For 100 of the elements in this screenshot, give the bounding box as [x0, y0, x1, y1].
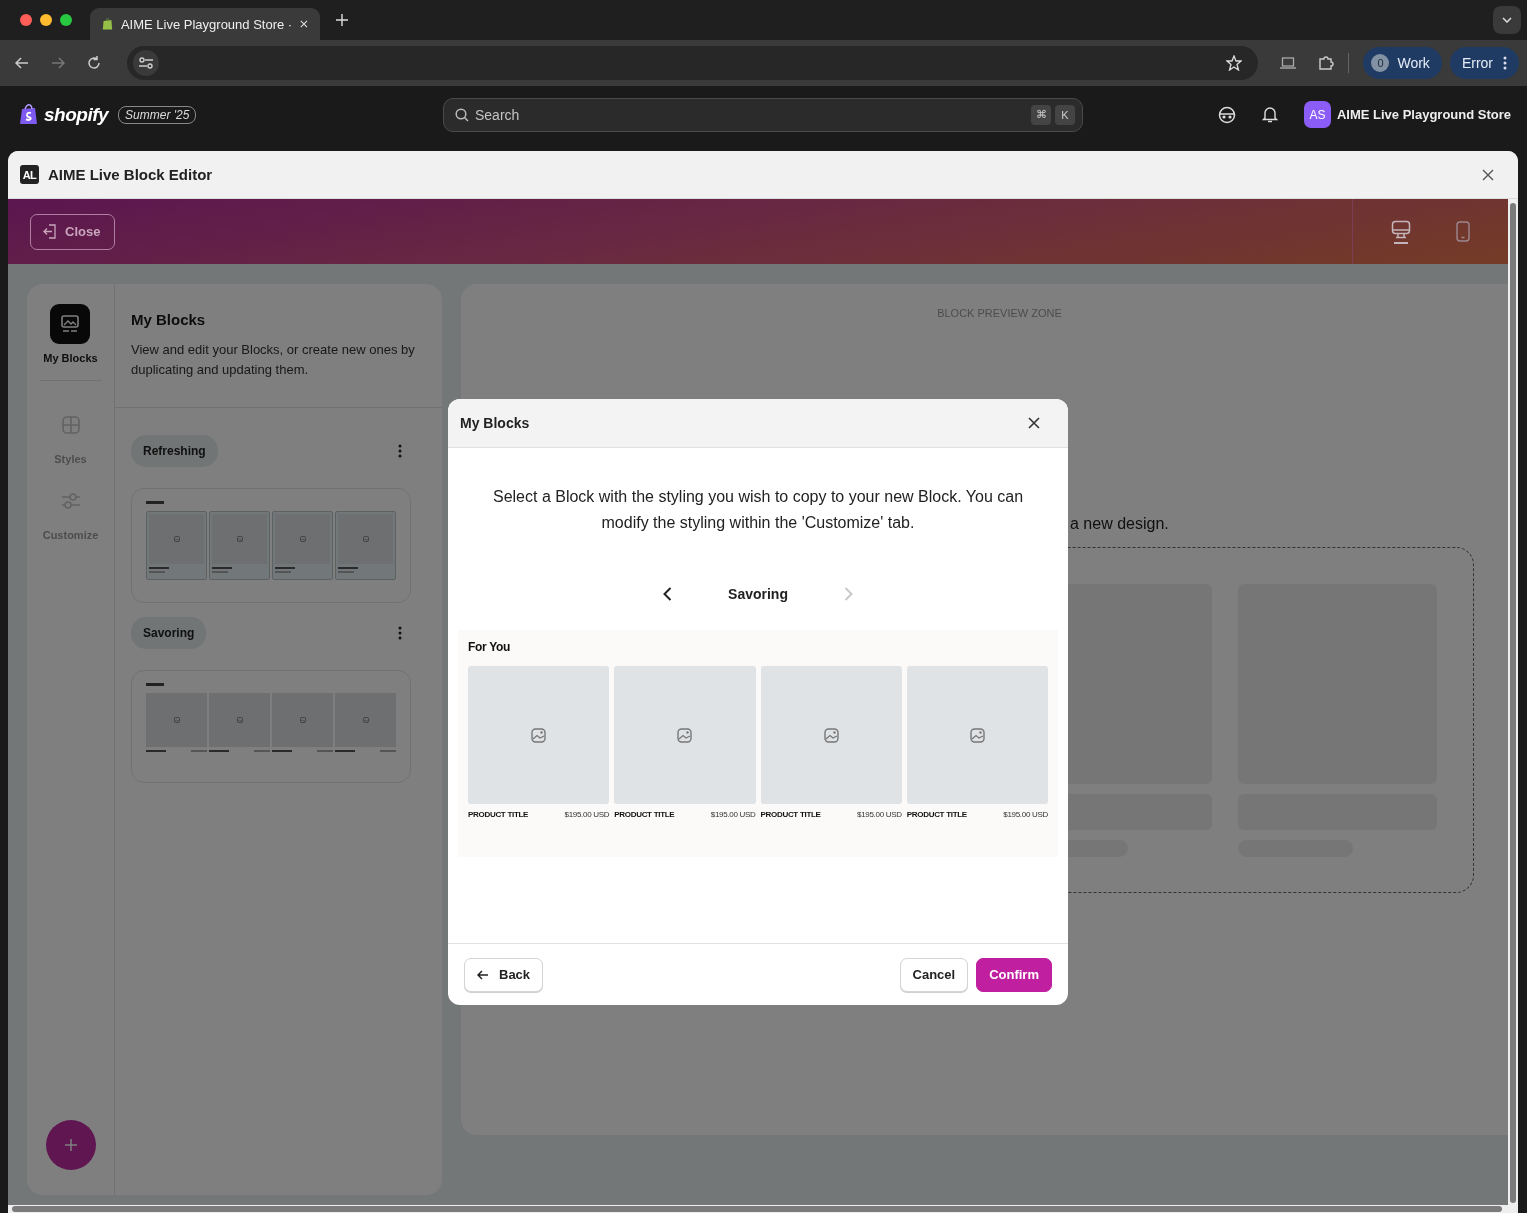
preview-hint: a new design. [1070, 515, 1170, 533]
layout-icon [60, 415, 81, 435]
confirm-button[interactable]: Confirm [976, 957, 1052, 992]
device-toggle[interactable] [1456, 220, 1470, 243]
window-controls-icon[interactable] [20, 14, 72, 26]
thumbnail-text-line [149, 567, 169, 569]
desktop-icon [1391, 219, 1411, 244]
add-button[interactable] [45, 1120, 96, 1170]
thumbnail-text-line [275, 571, 291, 573]
store-avatar: AS [1303, 101, 1331, 128]
image-icon [60, 315, 81, 333]
dialog-title: My Blocks [460, 415, 530, 431]
thumbnail-text-line [254, 750, 270, 752]
back-button[interactable]: Back [464, 957, 544, 992]
kebab-icon[interactable] [398, 444, 402, 458]
bell-icon[interactable] [1261, 106, 1278, 123]
thumbnail-text-line [146, 750, 166, 752]
sidekick-icon[interactable] [1217, 105, 1236, 124]
new-tab-icon[interactable] [336, 14, 348, 26]
cancel-button[interactable]: Cancel [899, 957, 969, 992]
image-icon [823, 727, 839, 743]
tab-menu-button[interactable] [1493, 6, 1521, 34]
rail-tab[interactable]: My Blocks [43, 304, 98, 364]
preview-heading: For You [468, 640, 512, 654]
product-title: PRODUCT TITLE [906, 810, 967, 819]
block-name-chip[interactable]: Savoring [131, 617, 207, 649]
thumbnail-text-line [272, 750, 292, 752]
exit-icon [43, 224, 57, 239]
arrow-left-icon [477, 969, 489, 980]
sliders-icon [59, 491, 82, 511]
bag-icon [102, 16, 113, 32]
close-icon[interactable] [1028, 417, 1040, 429]
thumbnail-text-line [212, 571, 228, 573]
image-icon [969, 727, 985, 743]
search-icon [455, 107, 469, 122]
product-title: PRODUCT TITLE [468, 810, 529, 819]
image-icon [236, 536, 243, 542]
store-menu[interactable]: AS AIME Live Playground Store [1303, 101, 1511, 128]
image-icon [362, 536, 369, 542]
image-icon [173, 536, 180, 542]
close-button[interactable]: Close [30, 213, 116, 250]
thumbnail-text-line [335, 750, 355, 752]
dialog-message: Select a Block with the styling you wish to copy to your new Block. You can modify the styling within the 'Customize' tab. [491, 487, 1025, 533]
shopping-bag-logo-icon [20, 104, 38, 125]
image-icon [299, 536, 306, 542]
window-title: AIME Live Block Editor [48, 166, 213, 183]
product-title: PRODUCT TITLE [760, 810, 821, 819]
image-icon [531, 727, 547, 743]
close-icon[interactable] [1482, 168, 1494, 181]
thumbnail-text-line [212, 567, 232, 569]
thumbnail-text-line [275, 567, 295, 569]
image-icon [236, 717, 243, 723]
kebab-icon[interactable] [398, 626, 402, 640]
thumbnail-text-line [191, 750, 207, 752]
thumbnail-text-line [338, 571, 354, 573]
image-icon [677, 727, 693, 743]
laptop-icon[interactable] [1280, 57, 1297, 69]
thumbnail-heading-line [146, 501, 164, 504]
thumbnail-text-line [338, 567, 358, 569]
scrollbar-thumb[interactable] [12, 1206, 1502, 1212]
product-price: $195.00 USD [710, 810, 756, 819]
chevron-left-icon[interactable] [663, 587, 672, 601]
image-icon [362, 717, 369, 723]
thumbnail-text-line [209, 750, 229, 752]
product-price: $195.00 USD [857, 810, 902, 819]
block-name-chip[interactable]: Refreshing [131, 435, 218, 467]
profile-button[interactable]: 0 Work [1363, 47, 1442, 79]
thumbnail-text-line [380, 750, 396, 752]
image-icon [299, 717, 306, 723]
image-icon [173, 717, 180, 723]
kebab-icon [1503, 56, 1507, 70]
device-toggle[interactable] [1391, 219, 1411, 244]
forward-icon[interactable] [51, 57, 65, 69]
shortcut-key: ⌘ [1031, 104, 1051, 125]
block-thumbnail[interactable] [131, 670, 411, 783]
block-name: Savoring [727, 586, 789, 602]
thumbnail-heading-line [146, 683, 164, 686]
browser-tab[interactable]: AIME Live Playground Store · [90, 8, 320, 40]
app-logo: AL [20, 165, 39, 184]
puzzle-icon[interactable] [1318, 55, 1335, 71]
product-price: $195.00 USD [1003, 810, 1048, 819]
thumbnail-text-line [149, 571, 165, 573]
edition-badge[interactable]: Summer '25 [118, 105, 197, 124]
error-button[interactable]: Error [1449, 47, 1519, 79]
product-price: $195.00 USD [564, 810, 610, 819]
scrollbar-thumb[interactable] [1510, 203, 1516, 1203]
panel-title: My Blocks [131, 311, 207, 328]
reload-icon[interactable] [87, 56, 101, 70]
star-icon[interactable] [1226, 55, 1243, 71]
chevron-down-icon [1502, 17, 1512, 23]
block-thumbnail[interactable] [131, 488, 411, 603]
shortcut-key: K [1055, 104, 1075, 125]
product-title: PRODUCT TITLE [614, 810, 675, 819]
phone-icon [1456, 220, 1470, 243]
site-settings-icon[interactable] [133, 50, 159, 76]
thumbnail-text-line [317, 750, 333, 752]
shopify-logo[interactable]: shopify [44, 103, 109, 126]
panel-description: View and edit your Blocks, or create new ones by duplicating and updating them. [131, 341, 416, 379]
back-icon[interactable] [15, 57, 29, 69]
plus-icon [63, 1138, 78, 1152]
